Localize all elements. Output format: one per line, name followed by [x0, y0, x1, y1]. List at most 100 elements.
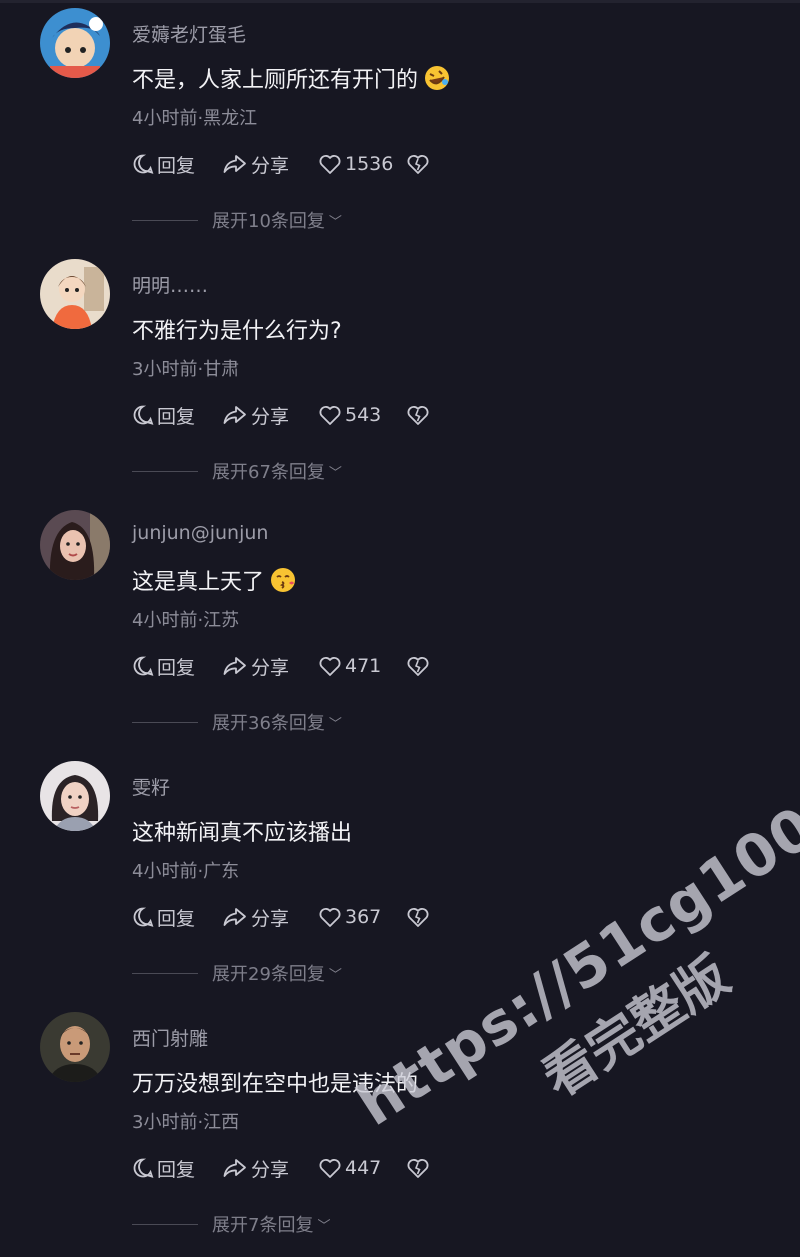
- like-count: 471: [345, 655, 382, 677]
- expand-replies-label: 展开67条回复: [212, 462, 325, 483]
- comment-item: junjun@junjun 这是真上天了 4小时前·江苏 回复 分享 471 展…: [0, 502, 800, 753]
- reply-icon: [133, 907, 154, 927]
- rolling-laughing-emoji: [425, 66, 450, 90]
- divider-line: [132, 972, 198, 974]
- broken-heart-icon: [407, 908, 429, 927]
- like-count: 1536: [345, 153, 394, 175]
- share-label: 分享: [251, 907, 290, 930]
- avatar-woman-photo: [40, 510, 110, 580]
- divider-line: [132, 470, 198, 472]
- comment-text-content: 不是，人家上厕所还有开门的: [132, 68, 419, 93]
- avatar-cartoon-image: [40, 8, 110, 78]
- dislike-button[interactable]: [406, 153, 430, 175]
- comment-meta: 4小时前·广东: [132, 861, 240, 882]
- comment-item: 爱薅老灯蛋毛 不是，人家上厕所还有开门的 4小时前·黑龙江 回复 分享 1536…: [0, 0, 800, 251]
- like-button[interactable]: 447: [318, 1157, 406, 1179]
- comment-text: 不是，人家上厕所还有开门的: [132, 62, 450, 94]
- heart-icon: [319, 155, 341, 174]
- action-bar: 回复 分享 367: [132, 903, 430, 931]
- share-label: 分享: [251, 656, 290, 679]
- avatar-man-photo: [40, 1012, 110, 1082]
- reply-label: 回复: [157, 154, 196, 177]
- heart-icon: [319, 908, 341, 927]
- dislike-button[interactable]: [406, 404, 430, 426]
- expand-replies-button[interactable]: 展开36条回复 ﹀: [132, 709, 342, 735]
- share-button[interactable]: 分享: [222, 1155, 318, 1182]
- divider-line: [132, 219, 198, 221]
- reply-label: 回复: [157, 907, 196, 930]
- divider-line: [132, 721, 198, 723]
- dislike-button[interactable]: [406, 655, 430, 677]
- share-button[interactable]: 分享: [222, 402, 318, 429]
- reply-button[interactable]: 回复: [132, 151, 222, 178]
- share-button[interactable]: 分享: [222, 151, 318, 178]
- comment-text: 万万没想到在空中也是违法的: [132, 1066, 418, 1098]
- like-button[interactable]: 1536: [318, 153, 406, 175]
- avatar[interactable]: [40, 1012, 110, 1082]
- reply-label: 回复: [157, 1158, 196, 1181]
- like-count: 447: [345, 1157, 382, 1179]
- share-icon: [223, 908, 246, 926]
- action-bar: 回复 分享 1536: [132, 150, 430, 178]
- heart-icon: [319, 657, 341, 676]
- comment-meta: 3小时前·甘肃: [132, 359, 240, 380]
- divider-line: [132, 1223, 198, 1225]
- avatar[interactable]: [40, 510, 110, 580]
- expand-replies-button[interactable]: 展开10条回复 ﹀: [132, 207, 342, 233]
- comment-feed: 爱薅老灯蛋毛 不是，人家上厕所还有开门的 4小时前·黑龙江 回复 分享 1536…: [0, 0, 800, 1257]
- share-button[interactable]: 分享: [222, 653, 318, 680]
- chevron-down-icon: ﹀: [328, 214, 342, 230]
- avatar-girl-photo: [40, 259, 110, 329]
- expand-replies-button[interactable]: 展开7条回复 ﹀: [132, 1211, 330, 1237]
- broken-heart-icon: [407, 406, 429, 425]
- chevron-down-icon: ﹀: [328, 465, 342, 481]
- share-button[interactable]: 分享: [222, 904, 318, 931]
- reply-button[interactable]: 回复: [132, 402, 222, 429]
- avatar[interactable]: [40, 761, 110, 831]
- username[interactable]: 西门射雕: [132, 1024, 208, 1051]
- action-bar: 回复 分享 447: [132, 1154, 430, 1182]
- username[interactable]: 爱薅老灯蛋毛: [132, 20, 246, 47]
- like-button[interactable]: 543: [318, 404, 406, 426]
- broken-heart-icon: [407, 657, 429, 676]
- username[interactable]: junjun@junjun: [132, 522, 268, 544]
- comment-item: 明明…… 不雅行为是什么行为? 3小时前·甘肃 回复 分享 543 展开67条回…: [0, 251, 800, 502]
- reply-icon: [133, 154, 154, 174]
- reply-label: 回复: [157, 405, 196, 428]
- comment-text-content: 这是真上天了: [132, 570, 265, 595]
- expand-replies-label: 展开7条回复: [212, 1215, 314, 1236]
- avatar[interactable]: [40, 259, 110, 329]
- comment-text-content: 这种新闻真不应该播出: [132, 821, 353, 846]
- like-button[interactable]: 471: [318, 655, 406, 677]
- reply-button[interactable]: 回复: [132, 904, 222, 931]
- heart-icon: [319, 1159, 341, 1178]
- comment-meta: 3小时前·江西: [132, 1112, 240, 1133]
- expand-replies-button[interactable]: 展开29条回复 ﹀: [132, 960, 342, 986]
- share-label: 分享: [251, 154, 290, 177]
- broken-heart-icon: [407, 155, 429, 174]
- share-icon: [223, 406, 246, 424]
- share-label: 分享: [251, 1158, 290, 1181]
- chevron-down-icon: ﹀: [328, 716, 342, 732]
- expand-replies-label: 展开36条回复: [212, 713, 325, 734]
- broken-heart-icon: [407, 1159, 429, 1178]
- avatar[interactable]: [40, 8, 110, 78]
- chevron-down-icon: ﹀: [328, 967, 342, 983]
- share-icon: [223, 657, 246, 675]
- comment-text: 不雅行为是什么行为?: [132, 313, 342, 345]
- expand-replies-button[interactable]: 展开67条回复 ﹀: [132, 458, 342, 484]
- dislike-button[interactable]: [406, 906, 430, 928]
- action-bar: 回复 分享 543: [132, 401, 430, 429]
- username[interactable]: 雯籽: [132, 773, 170, 800]
- reply-button[interactable]: 回复: [132, 653, 222, 680]
- dislike-button[interactable]: [406, 1157, 430, 1179]
- like-button[interactable]: 367: [318, 906, 406, 928]
- username[interactable]: 明明……: [132, 271, 208, 298]
- action-bar: 回复 分享 471: [132, 652, 430, 680]
- reply-button[interactable]: 回复: [132, 1155, 222, 1182]
- share-label: 分享: [251, 405, 290, 428]
- chevron-down-icon: ﹀: [317, 1218, 331, 1234]
- like-count: 367: [345, 906, 382, 928]
- share-icon: [223, 1159, 246, 1177]
- kissing-emoji: [271, 568, 296, 592]
